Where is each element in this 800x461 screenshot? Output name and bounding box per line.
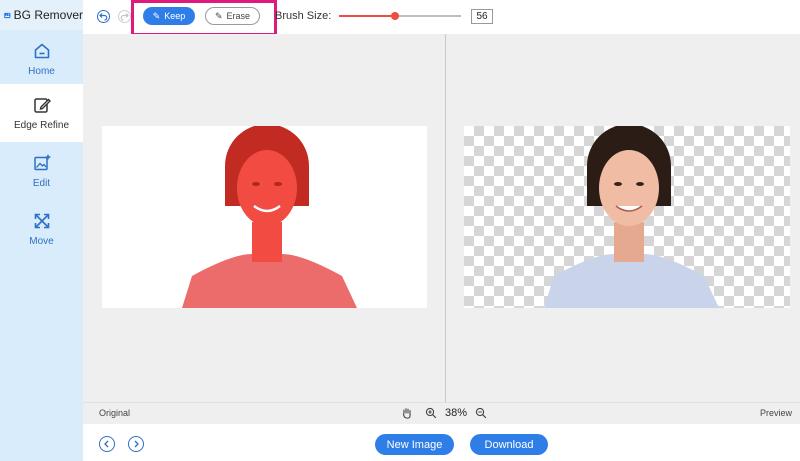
home-icon [34, 43, 49, 58]
original-label: Original [99, 408, 131, 418]
brush-size-slider-thumb[interactable] [391, 12, 400, 20]
action-bar: New Image Download [83, 424, 800, 461]
sidebar-item-home[interactable]: Home [0, 30, 83, 88]
preview-label: Preview [759, 408, 792, 418]
undo-icon [99, 13, 108, 21]
redo-icon [120, 13, 129, 21]
pane-divider[interactable] [445, 34, 446, 402]
original-masked-portrait [182, 126, 357, 308]
erase-brush-icon: ✎ [214, 10, 223, 21]
original-image[interactable] [102, 126, 427, 308]
app-title: BG Remover [13, 8, 83, 22]
edit-pencil-icon [33, 97, 51, 113]
brush-size-slider-fill [339, 15, 396, 17]
redo-button[interactable] [118, 10, 131, 23]
sidebar-item-label: Edit [32, 177, 51, 189]
zoom-level: 38% [445, 407, 468, 419]
undo-button[interactable] [97, 10, 110, 23]
move-arrows-icon [34, 213, 49, 228]
erase-label: Erase [226, 11, 251, 21]
keep-label: Keep [164, 11, 186, 21]
keep-button[interactable]: ✎ Keep [143, 7, 195, 25]
sidebar-item-label: Home [28, 65, 55, 77]
zoom-controls: 38% [399, 405, 489, 421]
zoom-in-icon [425, 407, 437, 419]
zoom-out-icon [475, 407, 487, 419]
hand-pan-button[interactable] [399, 405, 415, 421]
preview-cutout-portrait [544, 126, 719, 308]
toolbar: ✎ Keep ✎ Erase Brush Size: 56 [83, 0, 800, 36]
sidebar-item-label: Edge Refine [13, 119, 70, 131]
brush-size-label: Brush Size: [275, 10, 332, 22]
sidebar-item-edge-refine[interactable]: Edge Refine [0, 84, 83, 142]
canvas-area [83, 34, 800, 402]
info-bar: Original 38% Preview [83, 402, 800, 424]
app-logo-icon [4, 12, 11, 18]
sidebar: BG Remover Home Edge Refine Edit Move [0, 0, 83, 461]
sidebar-item-edit[interactable]: Edit [0, 142, 83, 200]
brush-size-slider[interactable] [339, 12, 461, 20]
sidebar-item-label: Move [29, 235, 54, 247]
chevron-left-icon [104, 440, 109, 448]
hand-icon [403, 408, 411, 419]
app-title-bar: BG Remover [0, 0, 83, 30]
new-image-button[interactable]: New Image [375, 434, 454, 455]
erase-button[interactable]: ✎ Erase [205, 7, 260, 25]
next-button[interactable] [128, 436, 144, 452]
download-button[interactable]: Download [470, 434, 548, 455]
keep-brush-icon: ✎ [152, 10, 161, 21]
brush-size-value[interactable]: 56 [471, 9, 493, 24]
previous-button[interactable] [99, 436, 115, 452]
zoom-out-button[interactable] [473, 405, 489, 421]
chevron-right-icon [134, 440, 139, 448]
preview-image[interactable] [464, 126, 790, 308]
image-edit-icon [33, 154, 50, 170]
sidebar-item-move[interactable]: Move [0, 200, 83, 258]
zoom-in-button[interactable] [423, 405, 439, 421]
